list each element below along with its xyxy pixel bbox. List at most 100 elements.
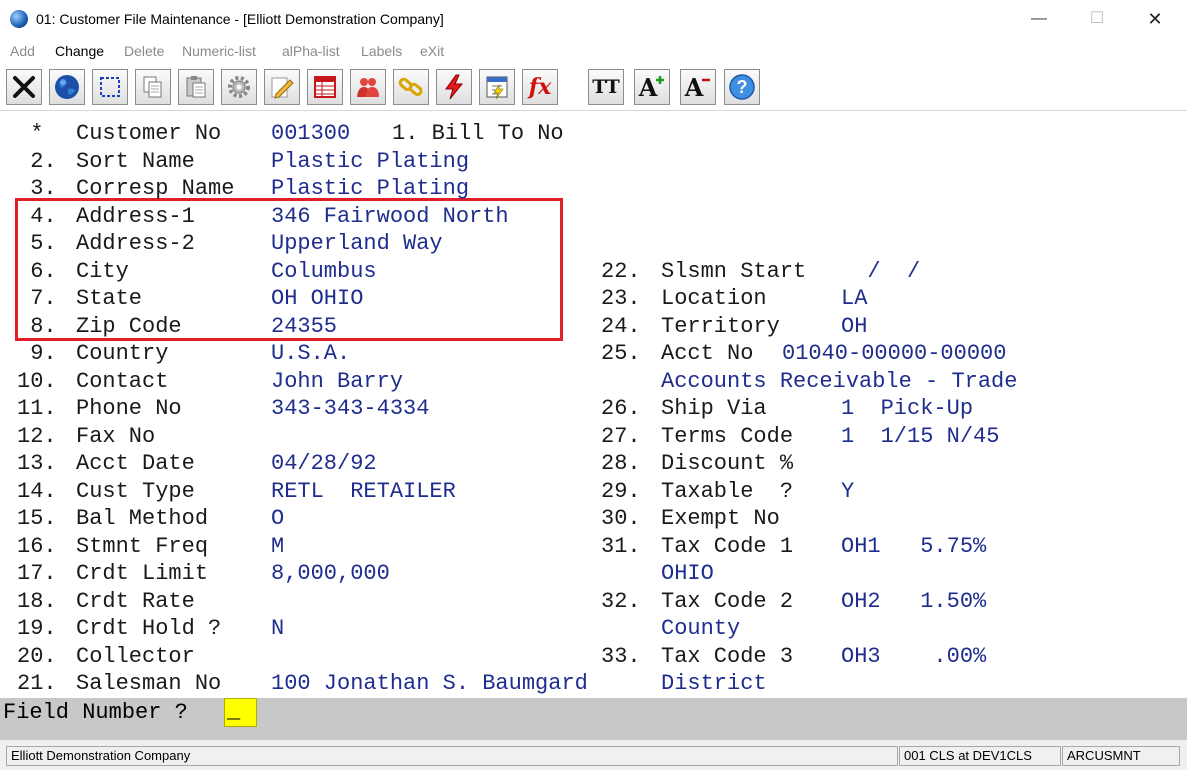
field-number: 4. [17, 203, 57, 229]
field-number: 28. [601, 451, 641, 476]
field-value[interactable]: N [271, 617, 284, 641]
users-icon[interactable] [350, 69, 386, 105]
minimize-button[interactable]: — [1024, 6, 1054, 32]
field-number: 31. [601, 533, 641, 559]
field-value[interactable]: 1 Pick-Up [841, 397, 973, 421]
field-number: 11. [17, 396, 57, 421]
field-label: Tax Code 3 [661, 643, 794, 669]
field-label: Exempt No [661, 506, 780, 531]
field-label: Contact [76, 368, 169, 394]
field-number: 29. [601, 478, 641, 504]
field-value[interactable]: LA [841, 287, 867, 311]
field-label: Taxable ? [661, 478, 794, 504]
field-number: 13. [17, 451, 57, 476]
help-icon[interactable]: ? [724, 69, 760, 105]
status-session: 001 CLS at DEV1CLS [899, 746, 1061, 766]
field-number: 23. [601, 286, 641, 311]
field-label: Phone No [76, 396, 182, 421]
field-value[interactable]: OH [841, 314, 867, 339]
function-fx-icon[interactable]: fx [522, 69, 558, 105]
field-value[interactable]: 343-343-4334 [271, 397, 429, 421]
field-number: 22. [601, 258, 641, 284]
field-label: Fax No [76, 423, 156, 449]
field-value[interactable]: Plastic Plating [271, 149, 469, 174]
field-label: Tax Code 1 [661, 533, 794, 559]
field-value-customer-no[interactable]: 001300 [271, 122, 350, 146]
field-label: Corresp Name [76, 176, 235, 201]
field-value[interactable]: Plastic Plating [271, 177, 469, 201]
menu-add[interactable]: Add [10, 43, 35, 59]
menu-delete[interactable]: Delete [124, 43, 164, 59]
field-value[interactable]: OH OHIO [271, 287, 363, 311]
field-label: Zip Code [76, 313, 182, 339]
font-decrease-icon[interactable]: A [680, 69, 716, 105]
field-value[interactable]: / / [841, 259, 920, 284]
window-title: 01: Customer File Maintenance - [Elliott… [36, 11, 444, 27]
field-value[interactable]: 100 Jonathan S. Baumgard [271, 672, 588, 696]
field-value[interactable]: 04/28/92 [271, 452, 377, 476]
field-label: Slsmn Start [661, 258, 807, 284]
field-value[interactable]: RETL RETAILER [271, 479, 456, 504]
font-increase-icon[interactable]: A [634, 69, 670, 105]
field-value-continuation: County [661, 616, 741, 641]
field-number: 20. [17, 643, 57, 669]
status-company: Elliott Demonstration Company [6, 746, 898, 766]
field-value[interactable]: 01040-00000-00000 [782, 342, 1006, 366]
field-value[interactable]: 24355 [271, 314, 337, 339]
exit-x-icon[interactable] [6, 69, 42, 105]
field-value[interactable]: OH1 5.75% [841, 534, 986, 559]
field-label: Salesman No [76, 671, 222, 696]
field-value[interactable]: Upperland Way [271, 232, 443, 256]
field-value[interactable]: Columbus [271, 259, 377, 284]
calculator-icon[interactable] [479, 69, 515, 105]
field-value[interactable]: John Barry [271, 369, 403, 394]
link-chain-icon[interactable] [393, 69, 429, 105]
field-number: 15. [17, 506, 57, 531]
app-globe-icon [10, 10, 28, 28]
title-bar: 01: Customer File Maintenance - [Elliott… [0, 0, 1187, 38]
edit-pencil-icon[interactable] [264, 69, 300, 105]
field-label: Crdt Hold ? [76, 616, 222, 641]
maximize-button[interactable]: ☐ [1082, 6, 1112, 32]
lightning-icon[interactable] [436, 69, 472, 105]
field-number-input[interactable]: _ [224, 698, 257, 727]
field-label: State [76, 286, 143, 311]
tt-label: TT [592, 76, 620, 98]
font-tt-icon[interactable]: TT [588, 69, 624, 105]
menu-bar: Add Change Delete Numeric-list alPha-lis… [0, 38, 1187, 64]
field-label: Location [661, 286, 767, 311]
close-button[interactable]: ✕ [1140, 6, 1170, 32]
menu-change[interactable]: Change [55, 43, 104, 59]
field-value[interactable]: OH2 1.50% [841, 589, 986, 614]
menu-alpha-list[interactable]: alPha-list [282, 43, 340, 59]
toolbar: fx TT A A ? [0, 66, 1187, 111]
field-number: 25. [601, 341, 641, 366]
field-number: 26. [601, 396, 641, 421]
field-number: 14. [17, 478, 57, 504]
field-value[interactable]: 1 1/15 N/45 [841, 424, 999, 449]
field-number: 18. [17, 588, 57, 614]
field-value[interactable]: OH3 .00% [841, 644, 986, 669]
field-label: Collector [76, 643, 195, 669]
menu-labels[interactable]: Labels [361, 43, 402, 59]
field-value[interactable]: M [271, 534, 284, 559]
settings-gear-icon[interactable] [221, 69, 257, 105]
field-label: Ship Via [661, 396, 767, 421]
spreadsheet-icon[interactable] [307, 69, 343, 105]
globe-icon[interactable] [49, 69, 85, 105]
menu-numeric-list[interactable]: Numeric-list [182, 43, 256, 59]
field-value[interactable]: U.S.A. [271, 342, 350, 366]
field-number: 7. [17, 286, 57, 311]
field-number: 17. [17, 561, 57, 586]
paste-icon[interactable] [178, 69, 214, 105]
field-value[interactable]: Y [841, 479, 854, 504]
field-value[interactable]: 8,000,000 [271, 562, 390, 586]
field-number: 9. [17, 341, 57, 366]
field-value[interactable]: O [271, 507, 284, 531]
field-label-customer-no: Customer No [76, 121, 222, 146]
menu-exit[interactable]: eXit [420, 43, 444, 59]
field-value[interactable]: 346 Fairwood North [271, 204, 509, 229]
copy-icon[interactable] [135, 69, 171, 105]
field-number: 21. [17, 671, 57, 696]
select-box-icon[interactable] [92, 69, 128, 105]
